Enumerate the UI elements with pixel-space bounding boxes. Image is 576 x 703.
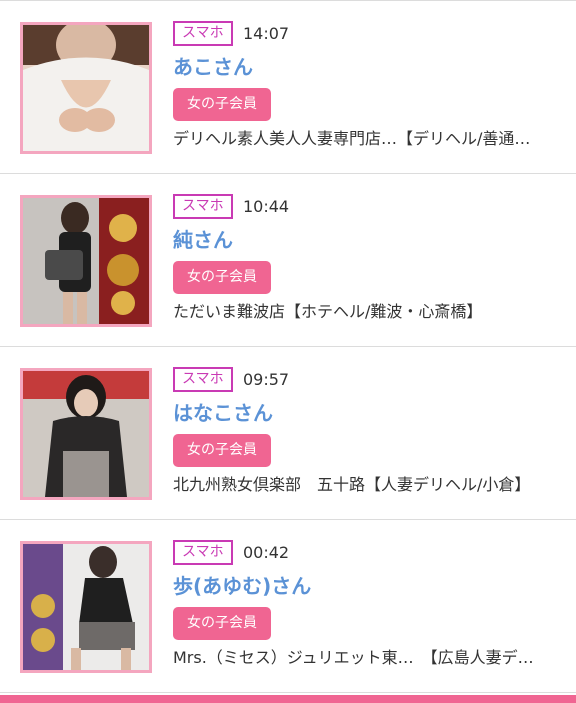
- list-item[interactable]: スマホ 09:57 はなこさん 女の子会員 北九州熟女倶楽部 五十路【人妻デリヘ…: [0, 347, 576, 520]
- post-time: 10:44: [243, 197, 290, 216]
- profile-photo[interactable]: [20, 541, 152, 673]
- device-tag: スマホ: [173, 21, 233, 46]
- post-time: 00:42: [243, 543, 290, 562]
- member-badge: 女の子会員: [173, 261, 271, 294]
- member-badge: 女の子会員: [173, 607, 271, 640]
- member-badge: 女の子会員: [173, 88, 271, 121]
- shop-name[interactable]: 北九州熟女倶楽部 五十路【人妻デリヘル/小倉】: [173, 473, 553, 497]
- shop-name[interactable]: ただいま難波店【ホテヘル/難波・心斎橋】: [173, 300, 553, 324]
- shop-name[interactable]: Mrs.（ミセス）ジュリエット東… 【広島人妻デ…: [173, 646, 553, 670]
- device-tag: スマホ: [173, 194, 233, 219]
- girl-name-link[interactable]: あこさん: [173, 53, 253, 81]
- post-time: 14:07: [243, 24, 290, 43]
- post-time: 09:57: [243, 370, 290, 389]
- list-item[interactable]: スマホ 00:42 歩(あゆむ)さん 女の子会員 Mrs.（ミセス）ジュリエット…: [0, 520, 576, 693]
- profile-photo[interactable]: [20, 195, 152, 327]
- device-tag: スマホ: [173, 367, 233, 392]
- list-item[interactable]: スマホ 14:07 あこさん 女の子会員 デリヘル素人美人人妻専門店…【デリヘル…: [0, 1, 576, 174]
- girl-name-link[interactable]: はなこさん: [173, 399, 273, 427]
- member-badge: 女の子会員: [173, 434, 271, 467]
- profile-photo[interactable]: [20, 22, 152, 154]
- shop-name[interactable]: デリヘル素人美人人妻専門店…【デリヘル/善通…: [173, 127, 553, 151]
- list-item[interactable]: スマホ 10:44 純さん 女の子会員 ただいま難波店【ホテヘル/難波・心斎橋】: [0, 174, 576, 347]
- girl-name-link[interactable]: 歩(あゆむ)さん: [173, 572, 311, 600]
- profile-photo[interactable]: [20, 368, 152, 500]
- girl-name-link[interactable]: 純さん: [173, 226, 233, 254]
- device-tag: スマホ: [173, 540, 233, 565]
- bottom-accent-bar: [0, 695, 576, 703]
